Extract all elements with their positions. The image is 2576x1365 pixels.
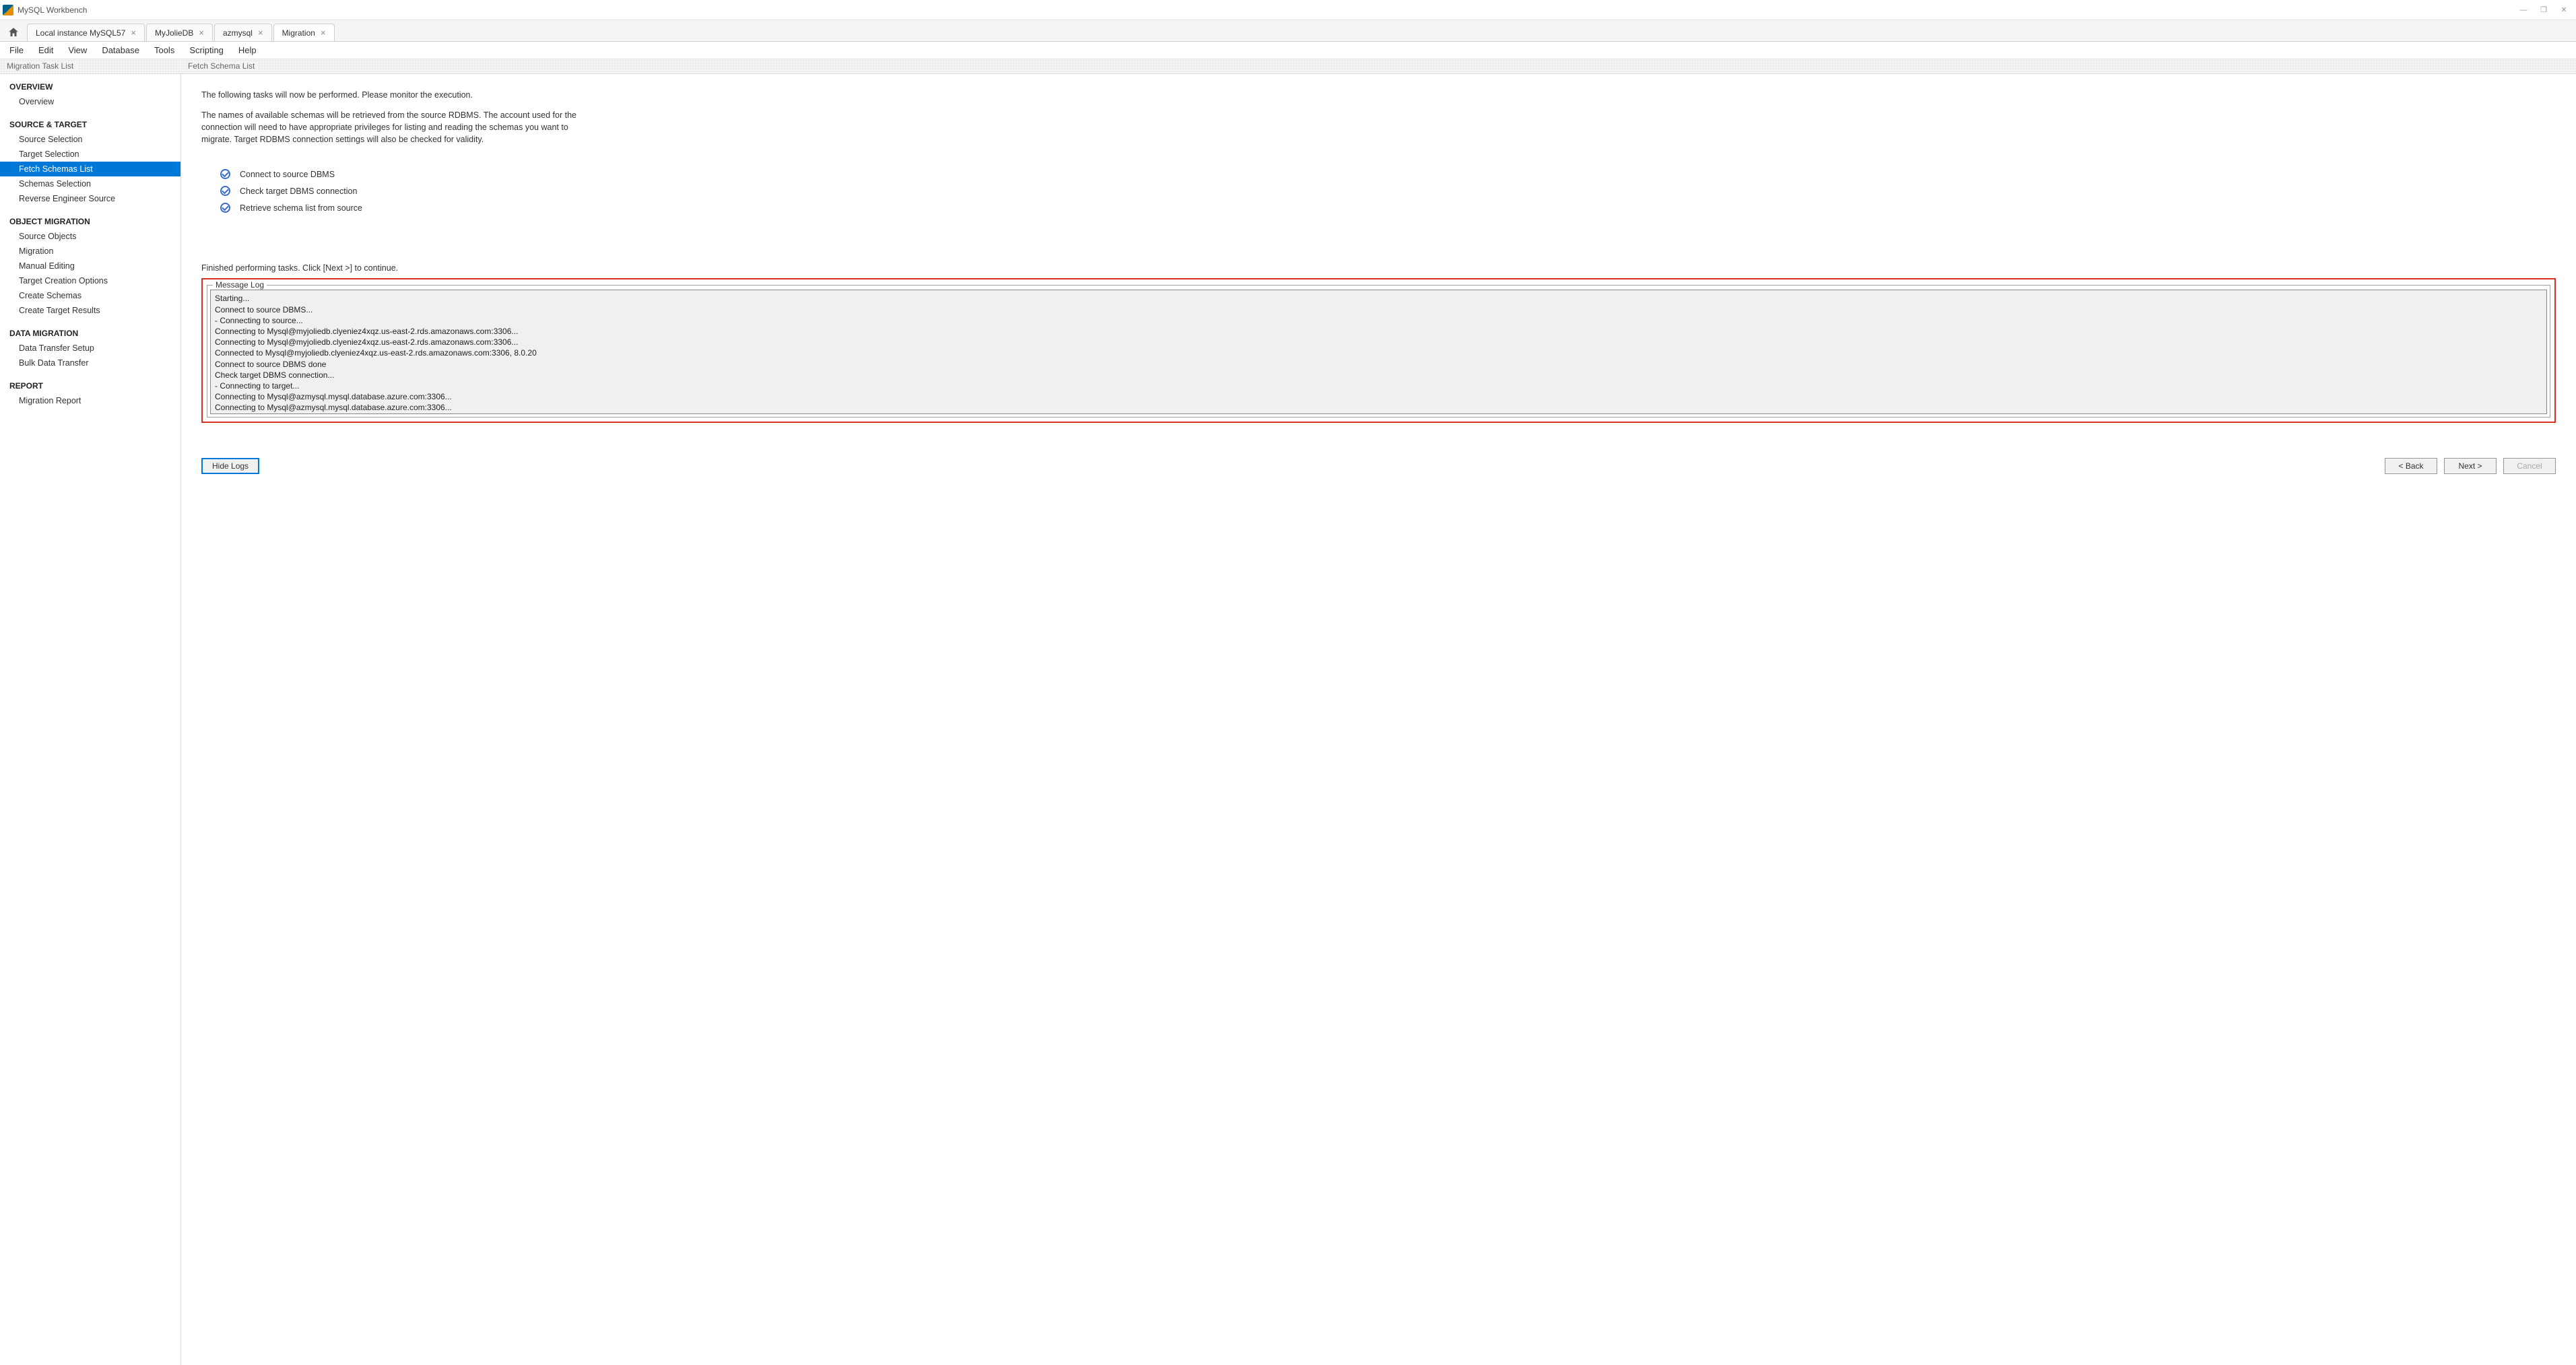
sidebar-item-bulk-data-transfer[interactable]: Bulk Data Transfer	[0, 356, 180, 370]
back-button[interactable]: < Back	[2385, 458, 2437, 474]
tab-label: Local instance MySQL57	[36, 28, 125, 38]
message-log-label: Message Log	[213, 280, 267, 290]
message-log-group: Message Log Starting... Connect to sourc…	[207, 285, 2550, 418]
sidebar-item-target-creation-options[interactable]: Target Creation Options	[0, 273, 180, 288]
sidebar-item-data-transfer-setup[interactable]: Data Transfer Setup	[0, 341, 180, 356]
app-title: MySQL Workbench	[18, 5, 2519, 15]
content-pane: The following tasks will now be performe…	[181, 74, 2576, 1365]
menu-scripting[interactable]: Scripting	[183, 42, 230, 58]
sidebar-header-object-migration: OBJECT MIGRATION	[0, 213, 180, 229]
sidebar-spacer	[0, 109, 180, 116]
intro-text: The following tasks will now be performe…	[201, 90, 2556, 100]
home-icon[interactable]	[4, 24, 23, 41]
sidebar-item-migration-report[interactable]: Migration Report	[0, 393, 180, 408]
sidebar-item-overview[interactable]: Overview	[0, 94, 180, 109]
sidebar: OVERVIEWOverview SOURCE & TARGETSource Se…	[0, 74, 181, 1365]
sidebar-item-migration[interactable]: Migration	[0, 244, 180, 259]
sidebar-item-target-selection[interactable]: Target Selection	[0, 147, 180, 162]
tab-close-icon[interactable]: ×	[258, 28, 263, 38]
hide-logs-button[interactable]: Hide Logs	[201, 458, 259, 474]
tab-label: MyJolieDB	[155, 28, 193, 38]
tab-myjoliedb[interactable]: MyJolieDB ×	[146, 24, 213, 41]
close-icon[interactable]: ✕	[2560, 6, 2568, 14]
description-text: The names of available schemas will be r…	[201, 109, 579, 145]
task-list: Connect to source DBMS Check target DBMS …	[220, 166, 2556, 216]
task-row: Connect to source DBMS	[220, 166, 2556, 182]
cancel-button: Cancel	[2503, 458, 2556, 474]
task-row: Retrieve schema list from source	[220, 199, 2556, 216]
tab-local-instance-mysql57[interactable]: Local instance MySQL57 ×	[27, 24, 145, 41]
sidebar-item-schemas-selection[interactable]: Schemas Selection	[0, 176, 180, 191]
app-logo-icon	[3, 5, 13, 15]
panel-headers: Migration Task List Fetch Schema List	[0, 59, 2576, 74]
right-panel-title: Fetch Schema List	[181, 59, 2576, 73]
task-row: Check target DBMS connection	[220, 182, 2556, 199]
menu-database[interactable]: Database	[95, 42, 146, 58]
message-log-textarea[interactable]: Starting... Connect to source DBMS... - …	[210, 290, 2547, 414]
sidebar-spacer	[0, 206, 180, 213]
task-label: Check target DBMS connection	[240, 187, 357, 196]
tab-close-icon[interactable]: ×	[199, 28, 204, 38]
sidebar-header-report: REPORT	[0, 377, 180, 393]
sidebar-item-reverse-engineer-source[interactable]: Reverse Engineer Source	[0, 191, 180, 206]
titlebar: MySQL Workbench — ❐ ✕	[0, 0, 2576, 20]
sidebar-item-manual-editing[interactable]: Manual Editing	[0, 259, 180, 273]
tab-bar: Local instance MySQL57×MyJolieDB×azmysql…	[0, 20, 2576, 42]
menu-edit[interactable]: Edit	[32, 42, 60, 58]
tab-label: Migration	[282, 28, 315, 38]
finished-text: Finished performing tasks. Click [Next >…	[201, 263, 2556, 273]
sidebar-header-data-migration: DATA MIGRATION	[0, 325, 180, 341]
menu-bar: FileEditViewDatabaseToolsScriptingHelp	[0, 42, 2576, 59]
sidebar-spacer	[0, 370, 180, 377]
sidebar-item-source-selection[interactable]: Source Selection	[0, 132, 180, 147]
menu-tools[interactable]: Tools	[147, 42, 181, 58]
menu-file[interactable]: File	[3, 42, 30, 58]
tab-azmysql[interactable]: azmysql ×	[214, 24, 272, 41]
button-row: Hide Logs < Back Next > Cancel	[201, 458, 2556, 474]
minimize-icon[interactable]: —	[2519, 6, 2528, 14]
message-log-highlight: Message Log Starting... Connect to sourc…	[201, 278, 2556, 423]
main-area: OVERVIEWOverview SOURCE & TARGETSource Se…	[0, 74, 2576, 1365]
menu-view[interactable]: View	[61, 42, 94, 58]
left-panel-title: Migration Task List	[0, 59, 181, 73]
check-complete-icon	[220, 203, 230, 213]
sidebar-item-create-target-results[interactable]: Create Target Results	[0, 303, 180, 318]
task-label: Retrieve schema list from source	[240, 203, 362, 213]
tab-close-icon[interactable]: ×	[321, 28, 326, 38]
check-complete-icon	[220, 169, 230, 179]
maximize-icon[interactable]: ❐	[2540, 6, 2548, 14]
sidebar-spacer	[0, 318, 180, 325]
sidebar-header-source-target: SOURCE & TARGET	[0, 116, 180, 132]
check-complete-icon	[220, 186, 230, 196]
tab-label: azmysql	[223, 28, 253, 38]
task-label: Connect to source DBMS	[240, 170, 335, 179]
menu-help[interactable]: Help	[232, 42, 263, 58]
sidebar-header-overview: OVERVIEW	[0, 78, 180, 94]
window-controls: — ❐ ✕	[2519, 6, 2573, 14]
tab-migration[interactable]: Migration ×	[273, 24, 335, 41]
tab-close-icon[interactable]: ×	[131, 28, 136, 38]
next-button[interactable]: Next >	[2444, 458, 2497, 474]
sidebar-item-fetch-schemas-list[interactable]: Fetch Schemas List	[0, 162, 180, 176]
sidebar-item-create-schemas[interactable]: Create Schemas	[0, 288, 180, 303]
sidebar-item-source-objects[interactable]: Source Objects	[0, 229, 180, 244]
